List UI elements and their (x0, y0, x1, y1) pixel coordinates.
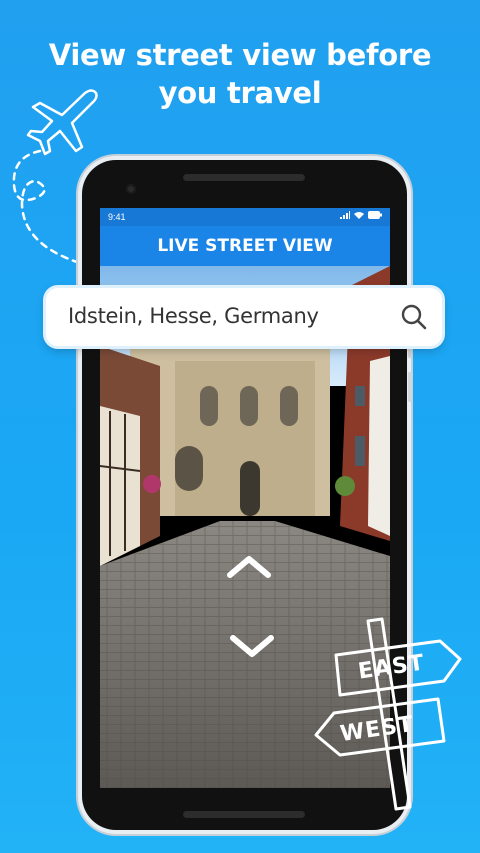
front-camera (126, 184, 136, 194)
signal-icon (340, 211, 350, 219)
signpost-doodle: EAST WEST (310, 615, 475, 815)
battery-icon (368, 211, 382, 219)
status-time: 9:41 (108, 212, 126, 222)
move-backward-arrow-icon[interactable] (229, 634, 275, 660)
phone-speaker (183, 174, 305, 181)
move-forward-arrow-icon[interactable] (226, 553, 272, 579)
search-icon[interactable] (400, 303, 428, 331)
status-bar: 9:41 (100, 208, 390, 226)
app-title-bar: LIVE STREET VIEW (100, 226, 390, 266)
phone-speaker-bottom (183, 811, 305, 818)
search-input[interactable]: Idstein, Hesse, Germany (68, 304, 319, 328)
headline-line-1: View street view before (48, 38, 432, 72)
location-search-bar[interactable]: Idstein, Hesse, Germany (46, 288, 442, 346)
power-button (408, 372, 412, 402)
wifi-icon (354, 212, 364, 219)
